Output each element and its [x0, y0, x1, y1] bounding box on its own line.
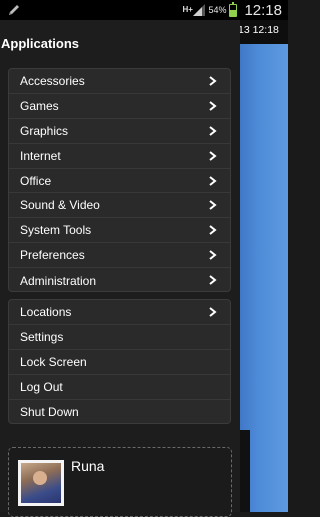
- menu-item-label: Office: [20, 173, 52, 188]
- menu-item-sound-video[interactable]: Sound & Video: [9, 193, 230, 219]
- menu-item-internet[interactable]: Internet: [9, 144, 230, 169]
- menu-item-lock-screen[interactable]: Lock Screen: [9, 350, 230, 375]
- menu-item-label: Shut Down: [20, 405, 79, 419]
- user-photo: [21, 463, 61, 503]
- menu-item-label: Internet: [20, 148, 61, 163]
- battery-percent: 54%: [208, 5, 227, 15]
- chevron-right-icon: [209, 275, 217, 285]
- battery-icon: [229, 1, 238, 17]
- menu-item-accessories[interactable]: Accessories: [9, 69, 230, 94]
- menu-item-label: System Tools: [20, 223, 92, 238]
- chevron-right-icon: [209, 126, 217, 136]
- menu-item-label: Accessories: [20, 73, 85, 88]
- pencil-icon: [9, 5, 19, 15]
- menu-item-label: Games: [20, 98, 59, 113]
- session-list: Locations Settings Lock Screen Log Out S…: [8, 299, 231, 424]
- menu-item-label: Graphics: [20, 123, 69, 138]
- menu-title: Applications: [1, 36, 80, 51]
- menu-item-label: Log Out: [20, 379, 63, 394]
- menu-item-locations[interactable]: Locations: [9, 300, 230, 325]
- chevron-right-icon: [209, 150, 217, 161]
- signal-icon: [193, 4, 206, 16]
- menu-item-label: Lock Screen: [20, 354, 87, 369]
- chevron-right-icon: [209, 175, 217, 186]
- chevron-right-icon: [209, 76, 217, 86]
- user-card[interactable]: Runa: [8, 447, 232, 517]
- menu-item-shut-down[interactable]: Shut Down: [9, 400, 230, 423]
- chevron-right-icon: [209, 307, 217, 317]
- chevron-right-icon: [209, 250, 217, 261]
- menu-item-log-out[interactable]: Log Out: [9, 375, 230, 400]
- menu-item-label: Sound & Video: [20, 198, 100, 213]
- chevron-right-icon: [209, 225, 217, 236]
- category-list: Accessories Games Graphics Internet Offi…: [8, 68, 231, 292]
- menu-item-administration[interactable]: Administration: [9, 268, 230, 291]
- menu-item-graphics[interactable]: Graphics: [9, 119, 230, 144]
- menu-item-office[interactable]: Office: [9, 169, 230, 194]
- chevron-right-icon: [209, 101, 217, 111]
- menu-item-label: Settings: [20, 329, 64, 344]
- status-time: 12:18: [244, 1, 282, 19]
- desktop-taskbar: [240, 430, 250, 512]
- menu-item-system-tools[interactable]: System Tools: [9, 218, 230, 244]
- desktop-clock[interactable]: 13 12:18: [238, 24, 279, 36]
- menu-item-games[interactable]: Games: [9, 94, 230, 119]
- face-shape: [33, 471, 47, 485]
- menu-item-label: Preferences: [20, 248, 85, 263]
- network-type-label: H+: [182, 5, 193, 14]
- avatar: [18, 460, 64, 506]
- chevron-right-icon: [209, 200, 217, 211]
- menu-item-preferences[interactable]: Preferences: [9, 243, 230, 269]
- user-name: Runa: [71, 458, 105, 474]
- menu-item-label: Administration: [20, 273, 97, 288]
- menu-item-settings[interactable]: Settings: [9, 325, 230, 350]
- menu-item-label: Locations: [20, 304, 72, 319]
- status-bar: H+ 54% 12:18: [0, 0, 288, 20]
